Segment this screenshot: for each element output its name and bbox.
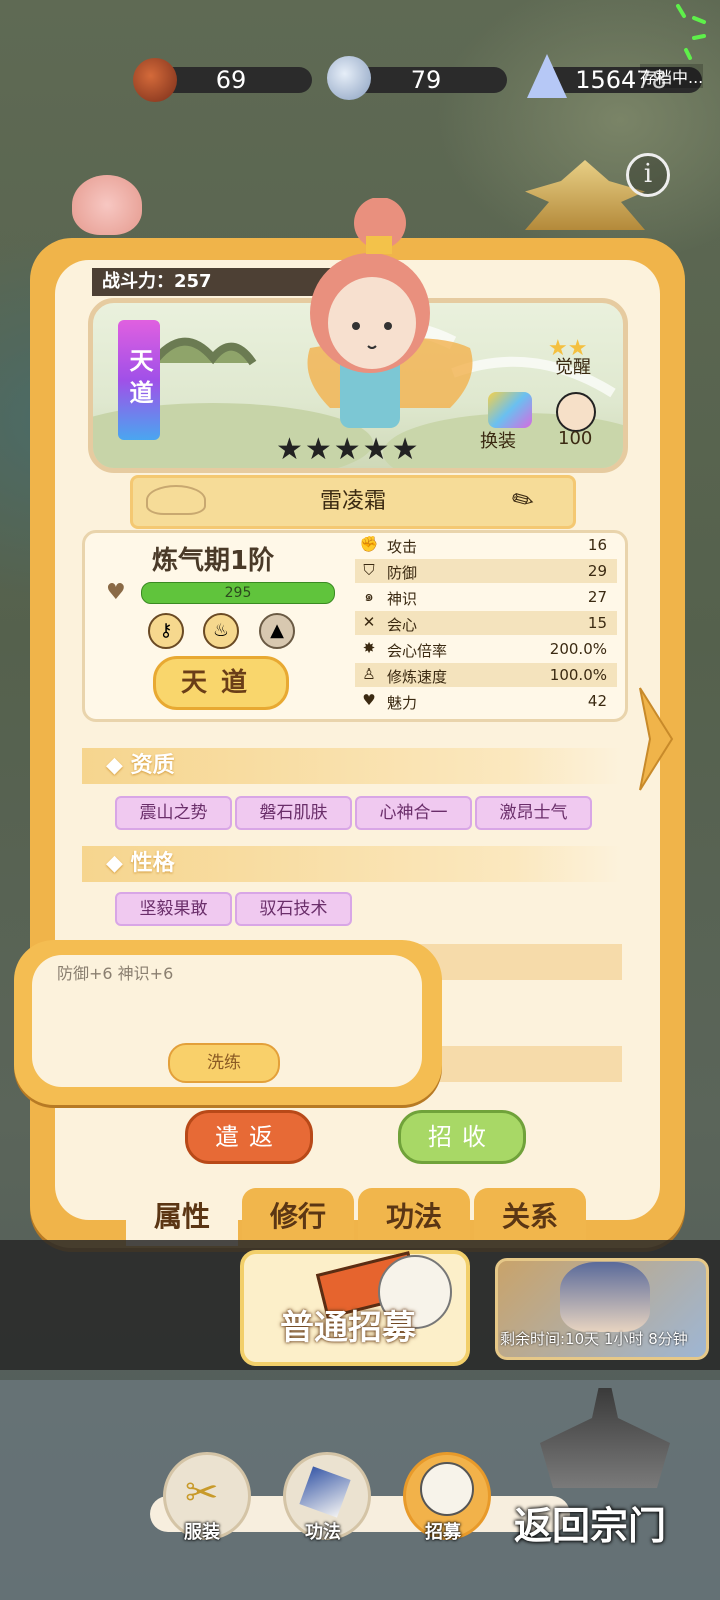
stat-value: 200.0%: [549, 640, 607, 658]
heart-icon: ♥: [362, 691, 376, 709]
stat-row: ♙ 修炼速度 100.0%: [355, 663, 617, 687]
meat-drumstick-icon: [133, 58, 177, 102]
key-icon[interactable]: ⚷: [148, 613, 184, 649]
hp-value: 295: [224, 585, 252, 601]
stat-value: 15: [587, 614, 607, 632]
crit-burst-icon: ✸: [362, 639, 376, 657]
stat-value: 16: [587, 536, 607, 554]
stat-row: ๑ 神识 27: [355, 585, 617, 609]
stat-label: 防御: [387, 564, 418, 582]
outfit-label[interactable]: 换装: [480, 427, 516, 453]
resource-value: 69: [215, 66, 247, 94]
resource-value: 79: [410, 66, 442, 94]
stat-label: 魅力: [387, 694, 418, 712]
normal-recruit-label[interactable]: 普通招募: [280, 1300, 416, 1349]
save-status: 存档中...: [640, 64, 704, 88]
aptitude-chip[interactable]: 震山之势: [115, 796, 232, 830]
star-rating: ★★★★★: [276, 432, 421, 467]
loading-spinner-icon: [676, 4, 706, 60]
stat-value: 42: [587, 692, 607, 710]
hp-heart-icon: ♥: [106, 580, 126, 605]
character-avatar[interactable]: [270, 198, 490, 438]
character-name: 雷凌霜: [319, 489, 386, 514]
stat-row: ⛉ 防御 29: [355, 559, 617, 583]
silver-ingot-icon: [327, 56, 371, 100]
back-to-sect-button[interactable]: 返回宗门: [514, 1495, 666, 1550]
personality-header: ◆ 性格: [82, 846, 622, 882]
stat-label: 修炼速度: [387, 668, 448, 686]
boat-icon: [146, 485, 206, 515]
awaken-label[interactable]: 觉醒: [555, 353, 591, 379]
aptitude-chip[interactable]: 心神合一: [355, 796, 472, 830]
favor-avatar-icon: [556, 392, 596, 432]
refine-button[interactable]: 洗练: [168, 1043, 280, 1083]
crystal-gem-icon: [527, 54, 567, 98]
stat-label: 会心倍率: [387, 642, 448, 660]
stat-value: 29: [587, 562, 607, 580]
aptitude-header: ◆ 资质: [82, 748, 622, 784]
lotus-icon: [72, 175, 142, 235]
realm-button[interactable]: 天道: [153, 656, 289, 710]
remaining-time: 剩余时间:10天 1小时 8分钟: [500, 1330, 688, 1348]
nav-outfit-label[interactable]: 服装: [184, 1518, 220, 1544]
info-button[interactable]: i: [626, 153, 670, 197]
stat-row: ✊ 攻击 16: [355, 533, 617, 557]
aptitude-chip[interactable]: 激昂士气: [475, 796, 592, 830]
crossed-swords-icon: ✕: [362, 613, 376, 631]
stat-label: 神识: [387, 590, 418, 608]
cauldron-icon[interactable]: ♨: [203, 613, 239, 649]
spirit-swirl-icon: ๑: [364, 587, 374, 605]
banner-character-icon: [560, 1262, 650, 1332]
hp-bar: 295: [141, 582, 335, 604]
duck-icon: [420, 1462, 474, 1516]
personality-chip[interactable]: 坚毅果敢: [115, 892, 232, 926]
fist-icon: ✊: [359, 535, 379, 553]
stat-label: 会心: [387, 616, 418, 634]
aptitude-chip[interactable]: 磐石肌肤: [235, 796, 352, 830]
favor-value: 100: [558, 428, 593, 449]
tab-attributes[interactable]: 属性: [126, 1188, 238, 1246]
stat-row: ♥ 魅力 42: [355, 689, 617, 713]
personality-chip[interactable]: 驭石技术: [235, 892, 352, 926]
meditate-icon: ♙: [362, 665, 376, 683]
nav-skills-label[interactable]: 功法: [305, 1518, 341, 1544]
realm-tag: 天道: [118, 320, 160, 440]
trait-tooltip-text: 防御+6 神识+6: [57, 964, 174, 983]
nav-recruit-label[interactable]: 招募: [425, 1518, 461, 1544]
outfit-icon[interactable]: [488, 392, 532, 428]
mountain-icon[interactable]: ▲: [259, 613, 295, 649]
dismiss-button[interactable]: 遣返: [185, 1110, 313, 1164]
shield-icon: ⛉: [363, 561, 375, 579]
stat-row: ✕ 会心 15: [355, 611, 617, 635]
tab-relations[interactable]: 关系: [474, 1188, 586, 1246]
scissors-icon: ✂: [185, 1470, 219, 1516]
next-character-arrow-icon[interactable]: [636, 684, 676, 794]
recruit-button[interactable]: 招收: [398, 1110, 526, 1164]
stat-value: 27: [587, 588, 607, 606]
stat-row: ✸ 会心倍率 200.0%: [355, 637, 617, 661]
stat-value: 100.0%: [549, 666, 607, 684]
realm-level: 炼气期1阶: [152, 546, 275, 576]
stat-label: 攻击: [387, 538, 418, 556]
tab-skills[interactable]: 功法: [358, 1188, 470, 1246]
tab-cultivation[interactable]: 修行: [242, 1188, 354, 1246]
